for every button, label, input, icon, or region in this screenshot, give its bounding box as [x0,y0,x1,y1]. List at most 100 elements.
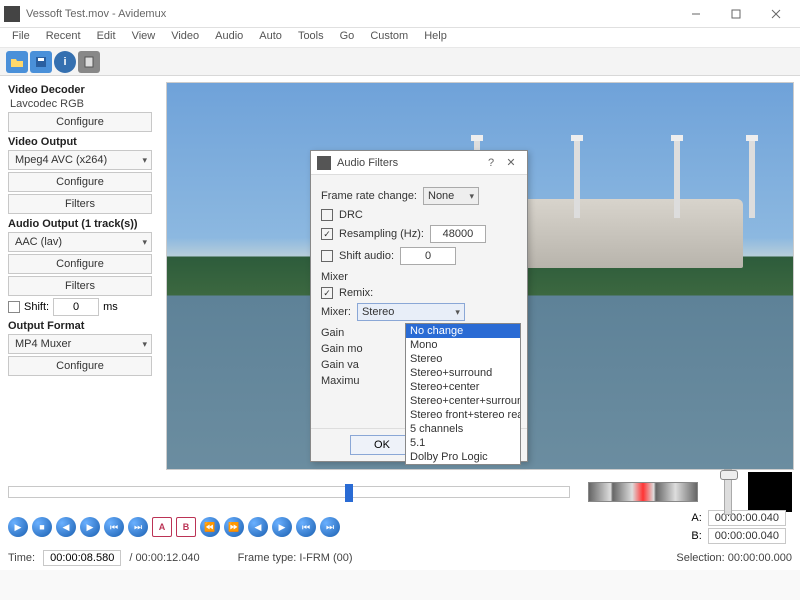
window-title: Vessoft Test.mov - Avidemux [26,8,676,20]
chevron-down-icon: ▾ [142,237,147,248]
prev-frame-button[interactable]: ◀ [56,517,76,537]
shift-label: Shift: [24,301,49,313]
mixer-option[interactable]: Stereo [406,352,520,366]
output-format-value: MP4 Muxer [15,338,71,350]
mixer-option[interactable]: Stereo+center [406,380,520,394]
menu-go[interactable]: Go [332,28,363,47]
mixer-option[interactable]: Dolby Pro Logic [406,450,520,464]
mixer-option[interactable]: 5 channels [406,422,520,436]
minimize-button[interactable] [676,0,716,28]
mixer-option[interactable]: Stereo front+stereo rear [406,408,520,422]
time-value[interactable]: 00:00:08.580 [43,550,121,566]
shift-audio-checkbox[interactable] [321,250,333,262]
menu-auto[interactable]: Auto [251,28,290,47]
audio-output-filters-button[interactable]: Filters [8,276,152,296]
marker-b-value: 00:00:00.040 [708,528,786,544]
output-format-configure-button[interactable]: Configure [8,356,152,376]
chevron-down-icon: ▾ [142,155,147,166]
goto-end-button[interactable]: ⏭ [320,517,340,537]
menu-bar: File Recent Edit View Video Audio Auto T… [0,28,800,48]
output-format-select[interactable]: MP4 Muxer ▾ [8,334,152,354]
prev-cut-button[interactable]: ⏪ [200,517,220,537]
prev-black-button[interactable]: ◀ [248,517,268,537]
menu-view[interactable]: View [124,28,164,47]
set-marker-a-button[interactable]: A [152,517,172,537]
mixer-option[interactable]: 5.1 [406,436,520,450]
marker-a-label: A: [691,512,701,524]
resample-input[interactable]: 48000 [430,225,486,243]
duration-label: / 00:00:12.040 [129,552,199,564]
frame-rate-select[interactable]: None▾ [423,187,479,205]
marker-a-value: 00:00:00.040 [708,510,786,526]
timeline-slider[interactable] [8,486,570,498]
mixer-option[interactable]: Stereo+surround [406,366,520,380]
info-icon[interactable]: i [54,51,76,73]
dialog-title: Audio Filters [337,157,481,169]
open-icon[interactable] [6,51,28,73]
set-marker-b-button[interactable]: B [176,517,196,537]
drc-checkbox[interactable] [321,209,333,221]
shift-checkbox[interactable] [8,301,20,313]
frame-type-label: Frame type: I-FRM (00) [238,552,353,564]
chevron-down-icon: ▾ [142,339,147,350]
resample-checkbox[interactable] [321,228,333,240]
dialog-close-button[interactable]: ✕ [501,156,521,169]
menu-file[interactable]: File [4,28,38,47]
close-button[interactable] [756,0,796,28]
next-key-button[interactable]: ⏭ [128,517,148,537]
menu-tools[interactable]: Tools [290,28,332,47]
video-output-label: Video Output [8,136,152,148]
menu-help[interactable]: Help [416,28,455,47]
calculator-icon[interactable] [78,51,100,73]
decoder-configure-button[interactable]: Configure [8,112,152,132]
video-output-configure-button[interactable]: Configure [8,172,152,192]
frame-rate-label: Frame rate change: [321,190,417,202]
volume-slider[interactable] [724,469,732,515]
stop-button[interactable]: ■ [32,517,52,537]
audio-output-configure-button[interactable]: Configure [8,254,152,274]
dialog-titlebar[interactable]: Audio Filters ? ✕ [311,151,527,175]
menu-audio[interactable]: Audio [207,28,251,47]
app-icon [4,6,20,22]
next-frame-button[interactable]: ▶ [80,517,100,537]
menu-recent[interactable]: Recent [38,28,89,47]
mixer-select[interactable]: Stereo▾ [357,303,465,321]
video-output-select[interactable]: Mpeg4 AVC (x264) ▾ [8,150,152,170]
menu-edit[interactable]: Edit [89,28,124,47]
next-black-button[interactable]: ▶ [272,517,292,537]
audio-output-value: AAC (lav) [15,236,62,248]
menu-video[interactable]: Video [163,28,207,47]
video-output-filters-button[interactable]: Filters [8,194,152,214]
goto-start-button[interactable]: ⏮ [296,517,316,537]
volume-knob[interactable] [720,470,738,480]
next-cut-button[interactable]: ⏩ [224,517,244,537]
remix-label: Remix: [339,287,373,299]
timeline-playhead[interactable] [345,484,353,502]
jog-wheel[interactable] [588,482,698,502]
shift-spinbox[interactable]: 0 [53,298,99,316]
gain-max-label: Maximu [321,375,360,387]
decoder-info: Lavcodec RGB [10,98,150,110]
time-label: Time: [8,552,35,564]
marker-b-label: B: [691,530,701,542]
window-titlebar: Vessoft Test.mov - Avidemux [0,0,800,28]
mixer-option[interactable]: Stereo+center+surround [406,394,520,408]
audio-output-select[interactable]: AAC (lav) ▾ [8,232,152,252]
dialog-help-button[interactable]: ? [481,157,501,169]
mixer-option[interactable]: No change [406,324,520,338]
menu-custom[interactable]: Custom [362,28,416,47]
drc-label: DRC [339,209,363,221]
mixer-dropdown-list[interactable]: No change Mono Stereo Stereo+surround St… [405,323,521,465]
shift-audio-label: Shift audio: [339,250,394,262]
remix-checkbox[interactable] [321,287,333,299]
bottom-panel: ▶ ■ ◀ ▶ ⏮ ⏭ A B ⏪ ⏩ ◀ ▶ ⏮ ⏭ A: 00:00:00.… [0,476,800,570]
maximize-button[interactable] [716,0,756,28]
toolbar: i [0,48,800,76]
video-decoder-label: Video Decoder [8,84,152,96]
audio-output-label: Audio Output (1 track(s)) [8,218,152,230]
prev-key-button[interactable]: ⏮ [104,517,124,537]
play-button[interactable]: ▶ [8,517,28,537]
shift-audio-input[interactable]: 0 [400,247,456,265]
mixer-option[interactable]: Mono [406,338,520,352]
save-icon[interactable] [30,51,52,73]
